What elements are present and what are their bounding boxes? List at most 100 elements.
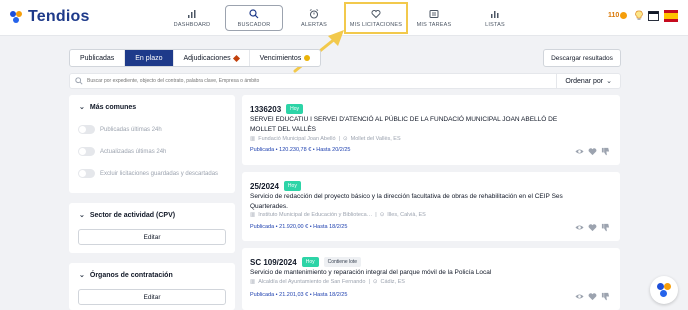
results-tabs: Publicadas En plazo Adjudicaciones Venci… <box>69 49 322 67</box>
heart-icon[interactable] <box>588 292 597 301</box>
search-bar: Ordenar por ⌄ <box>69 73 621 89</box>
eye-icon[interactable] <box>575 292 584 301</box>
tab-vencimientos-label: Vencimientos <box>259 54 302 62</box>
nav-listas-label: LISTAS <box>485 21 505 28</box>
edit-sector-button[interactable]: Editar <box>78 229 226 245</box>
location-pin-icon: ⊙ <box>343 136 348 142</box>
building-icon: ▥ <box>250 279 256 285</box>
tender-actions <box>575 292 610 301</box>
tender-id[interactable]: 25/2024 <box>250 182 279 191</box>
tender-id[interactable]: 1336203 <box>250 105 281 114</box>
toggle-switch[interactable] <box>78 125 95 134</box>
tender-status: Publicada • 120.230,78 € • Hasta 20/2/25 <box>250 147 351 153</box>
nav-dashboard-label: DASHBOARD <box>173 21 211 28</box>
help-chat-button[interactable] <box>650 276 678 304</box>
tender-actions <box>575 147 610 156</box>
order-by-label: Ordenar por <box>565 77 604 85</box>
alarm-clock-icon <box>309 8 319 18</box>
tender-title[interactable]: Servicio de mantenimiento y reparación i… <box>250 268 572 278</box>
tender-org: Alcaldía del Ayuntamiento de San Fernand… <box>258 279 366 285</box>
toggle-switch[interactable] <box>78 147 95 156</box>
logo-dot-icon <box>657 283 664 290</box>
badge-contains-lot: Contiene lote <box>323 257 362 267</box>
toggle-row-exclude-saved[interactable]: Excluir licitaciones guardadas y descart… <box>69 169 218 178</box>
credits-counter[interactable]: 110 <box>608 12 628 19</box>
separator: | <box>368 279 370 285</box>
tab-en-plazo[interactable]: En plazo <box>125 50 174 66</box>
heart-icon[interactable] <box>588 223 597 232</box>
edit-organos-button[interactable]: Editar <box>78 289 226 305</box>
filter-panel-common-header[interactable]: ⌄ Más comunes <box>69 103 146 112</box>
toggle-switch[interactable] <box>78 169 95 178</box>
tab-vencimientos[interactable]: Vencimientos <box>250 50 321 66</box>
sun-icon <box>304 55 311 61</box>
eye-icon[interactable] <box>575 147 584 156</box>
nav-buscador[interactable]: BUSCADOR <box>225 5 283 31</box>
tab-publicadas[interactable]: Publicadas <box>70 50 126 66</box>
tender-location: Cádiz, ES <box>380 279 405 285</box>
toggle-row-updated-24h[interactable]: Actualizadas últimas 24h <box>69 147 166 156</box>
tender-meta: ▥ Fundació Municipal Joan Abelló | ⊙ Mol… <box>250 136 401 142</box>
tender-org: Instituto Municipal de Educación y Bibli… <box>258 212 373 218</box>
toggle-label: Publicadas últimas 24h <box>100 126 162 133</box>
order-by-dropdown[interactable]: Ordenar por ⌄ <box>556 73 620 89</box>
thumbs-down-icon[interactable] <box>601 292 610 301</box>
filter-panel-organos-header[interactable]: ⌄ Órganos de contratación <box>69 271 183 280</box>
app-name: Tendios <box>28 8 90 25</box>
tender-card-header: 1336203 Hoy <box>250 104 304 114</box>
bar-chart-icon <box>188 9 196 18</box>
tender-card[interactable]: 1336203 Hoy SERVEI EDUCATIU I SERVEI D'A… <box>242 95 620 165</box>
nav-mis-tareas-label: MIS TAREAS <box>416 21 452 28</box>
filter-panel-sector-header[interactable]: ⌄ Sector de actividad (CPV) <box>69 211 185 220</box>
highlight-box <box>344 2 408 34</box>
tender-card[interactable]: 25/2024 Hoy Servicio de redacción del pr… <box>242 172 620 241</box>
chevron-down-icon: ⌄ <box>606 78 612 85</box>
tab-adjudicaciones-label: Adjudicaciones <box>183 54 231 62</box>
diamond-icon <box>232 54 240 62</box>
tender-location: Mollet del Vallès, ES <box>350 136 401 142</box>
tender-card[interactable]: SC 109/2024 Hoy Contiene lote Servicio d… <box>242 248 620 310</box>
nav-buscador-label: BUSCADOR <box>237 21 271 28</box>
tender-card-header: SC 109/2024 Hoy Contiene lote <box>250 257 362 267</box>
heart-icon[interactable] <box>588 147 597 156</box>
toggle-row-published-24h[interactable]: Publicadas últimas 24h <box>69 125 162 134</box>
list-chart-icon <box>491 10 499 18</box>
filter-panel-organos-title: Órganos de contratación <box>89 271 173 279</box>
app-logo[interactable]: Tendios <box>10 8 90 26</box>
search-input[interactable] <box>87 78 507 84</box>
chevron-down-icon: ⌄ <box>79 104 85 111</box>
location-pin-icon: ⊙ <box>379 212 385 218</box>
separator: | <box>338 136 340 142</box>
building-icon: ▥ <box>250 212 256 218</box>
logo-dot-icon <box>664 283 671 290</box>
thumbs-down-icon[interactable] <box>601 147 610 156</box>
filter-panel-common-title: Más comunes <box>89 103 137 111</box>
eye-icon[interactable] <box>575 223 584 232</box>
tender-title[interactable]: SERVEI EDUCATIU I SERVEI D'ATENCIÓ AL PÚ… <box>250 115 572 135</box>
coin-icon <box>620 12 628 19</box>
separator: | <box>375 212 377 218</box>
calendar-icon[interactable] <box>648 10 659 21</box>
download-results-button[interactable]: Descargar resultados <box>543 49 621 67</box>
nav-listas[interactable]: LISTAS <box>467 4 523 32</box>
building-icon: ▥ <box>250 136 256 142</box>
tab-adjudicaciones[interactable]: Adjudicaciones <box>174 50 250 66</box>
search-icon <box>249 8 259 18</box>
logo-dot-icon <box>660 290 667 297</box>
tasks-icon <box>429 9 439 18</box>
badge-today: Hoy <box>301 257 319 267</box>
chevron-down-icon: ⌄ <box>79 212 85 219</box>
nav-mis-tareas[interactable]: MIS TAREAS <box>406 4 462 32</box>
tender-id[interactable]: SC 109/2024 <box>250 258 297 267</box>
spain-flag-icon[interactable] <box>664 10 678 22</box>
nav-dashboard[interactable]: DASHBOARD <box>164 4 220 32</box>
tender-card-header: 25/2024 Hoy <box>250 181 301 191</box>
lightbulb-icon[interactable] <box>634 10 644 21</box>
search-icon <box>75 77 83 85</box>
badge-today: Hoy <box>283 181 301 191</box>
filter-panel-organos: ⌄ Órganos de contratación Editar <box>69 263 235 310</box>
tender-title[interactable]: Servicio de redacción del proyecto básic… <box>250 192 572 212</box>
filter-panel-common: ⌄ Más comunes Publicadas últimas 24h Act… <box>69 95 235 193</box>
tender-actions <box>575 223 610 232</box>
thumbs-down-icon[interactable] <box>601 223 610 232</box>
